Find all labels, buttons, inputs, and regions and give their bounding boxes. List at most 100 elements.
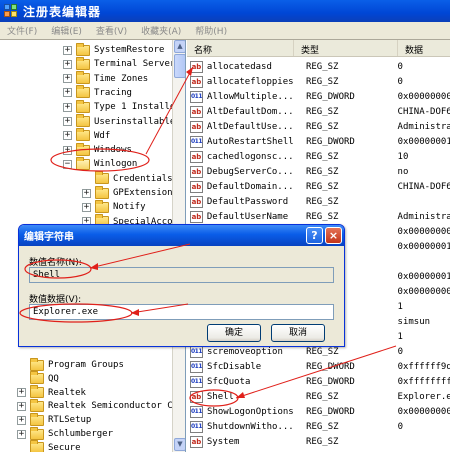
list-row[interactable]: 011 AutoRestartShell REG_DWORD 0x00000001: [187, 134, 450, 150]
list-row[interactable]: 011 ShutdownWitho... REG_SZ 0: [187, 419, 450, 435]
folder-icon: [30, 398, 44, 412]
expand-icon[interactable]: +: [63, 117, 72, 126]
expand-icon[interactable]: +: [17, 415, 26, 425]
menu-view[interactable]: 查看(V): [89, 24, 134, 37]
value-type-cell: REG_DWORD: [306, 362, 355, 372]
list-row[interactable]: abShell REG_SZ Explorer.exe: [187, 389, 450, 405]
value-name-cell: AllowMultiple...: [207, 92, 294, 102]
value-type-cell: REG_SZ: [306, 347, 339, 357]
tree-item-label: Time Zones: [94, 73, 149, 84]
column-header-type[interactable]: 类型: [294, 40, 398, 56]
list-row[interactable]: 011 ShowLogonOptions REG_DWORD 0x00000000: [187, 404, 450, 420]
value-data-input[interactable]: Explorer.exe: [29, 304, 334, 320]
expand-icon[interactable]: +: [82, 202, 91, 212]
expand-icon[interactable]: +: [17, 401, 26, 411]
list-row[interactable]: ab allocatedasd REG_SZ 0: [187, 59, 450, 75]
value-name-cell: AutoRestartShell: [207, 137, 294, 147]
tree-item-label: Terminal Server: [94, 59, 176, 70]
list-row[interactable]: ab DebugServerCo... REG_SZ no: [187, 164, 450, 180]
expand-icon[interactable]: +: [63, 59, 72, 69]
folder-icon: [76, 85, 90, 99]
menu-file[interactable]: 文件(F): [0, 24, 44, 37]
value-name-cell: DefaultPassword: [206, 197, 289, 207]
tree-item[interactable]: Secure: [17, 440, 81, 452]
value-type-cell: REG_SZ: [305, 77, 339, 87]
value-data-cell: CHINA-DOF60: [397, 107, 450, 117]
value-data-cell: 0x00000001: [397, 272, 450, 282]
dialog-title: 编辑字符串: [24, 232, 74, 243]
list-row[interactable]: abAltDefaultDom... REG_SZ CHINA-DOF60: [187, 104, 450, 120]
column-header-name[interactable]: 名称: [187, 40, 294, 56]
menu-help[interactable]: 帮助(H): [188, 24, 234, 37]
value-data-cell: simsun: [397, 317, 431, 327]
list-row[interactable]: ab cachedlogonsc... REG_SZ 10: [187, 149, 450, 165]
list-row[interactable]: 011 SfcQuota REG_DWORD 0xffffffff: [187, 374, 450, 390]
menu-favorites[interactable]: 收藏夹(A): [134, 24, 188, 37]
cancel-button[interactable]: 取消: [271, 324, 325, 342]
value-data-cell: 1: [397, 302, 403, 312]
value-data-cell: 1: [397, 332, 403, 342]
value-name-cell: System: [206, 437, 240, 447]
folder-icon: [76, 156, 90, 170]
binary-value-icon: 011: [190, 346, 204, 358]
scroll-thumb[interactable]: [174, 54, 185, 78]
menu-bar: 文件(F) 编辑(E) 查看(V) 收藏夹(A) 帮助(H): [0, 22, 450, 40]
list-row[interactable]: abDefaultDomain... REG_SZ CHINA-DOF60: [187, 179, 450, 195]
value-type-cell: REG_SZ: [305, 152, 339, 162]
value-name-cell: DefaultDomain...: [206, 182, 294, 192]
collapse-icon[interactable]: −: [63, 159, 72, 169]
ok-button[interactable]: 确定: [207, 324, 261, 342]
value-type-cell: REG_DWORD: [306, 92, 355, 102]
folder-icon: [30, 426, 44, 440]
value-data-cell: CHINA-DOF60: [397, 182, 450, 192]
value-data-cell: 0x00000000: [397, 407, 450, 417]
list-row[interactable]: 011 AllowMultiple... REG_DWORD 0x00000000: [187, 89, 450, 105]
value-data-cell: 0x00000001: [397, 242, 450, 252]
expand-icon[interactable]: +: [63, 131, 72, 141]
value-type-cell: REG_SZ: [305, 212, 339, 222]
expand-icon[interactable]: +: [17, 388, 26, 398]
tree-item-label: QQ: [48, 373, 59, 384]
string-value-icon: ab: [190, 76, 203, 88]
list-row[interactable]: ab allocatefloppies REG_SZ 0: [187, 74, 450, 90]
value-name-cell: DefaultUserName: [206, 212, 289, 222]
menu-edit[interactable]: 编辑(E): [44, 24, 89, 37]
folder-icon: [30, 371, 44, 385]
expand-icon[interactable]: +: [63, 88, 72, 98]
folder-icon: [95, 185, 109, 199]
expand-icon[interactable]: +: [63, 74, 72, 84]
binary-value-icon: 011: [190, 361, 204, 373]
string-value-icon: ab: [190, 436, 203, 448]
list-row[interactable]: abAltDefaultUse... REG_SZ Administrat: [187, 119, 450, 135]
help-icon[interactable]: ?: [306, 227, 323, 244]
close-icon[interactable]: ×: [325, 227, 342, 244]
value-name-cell: scremoveoption: [207, 347, 283, 357]
binary-value-icon: 011: [190, 421, 204, 433]
value-type-cell: REG_DWORD: [306, 407, 355, 417]
value-name-cell: ShowLogonOptions: [207, 407, 294, 417]
scroll-up-icon[interactable]: ▲: [174, 40, 185, 53]
list-row[interactable]: ab DefaultPassword REG_SZ: [187, 194, 450, 210]
string-value-icon: ab: [190, 61, 203, 73]
scroll-down-icon[interactable]: ▼: [174, 438, 185, 451]
expand-icon[interactable]: +: [63, 45, 72, 55]
tree-item-label: Credentials: [113, 173, 173, 184]
expand-icon[interactable]: +: [17, 429, 26, 439]
list-row[interactable]: abDefaultUserName REG_SZ Administrat: [187, 209, 450, 225]
value-type-cell: REG_SZ: [305, 62, 339, 72]
expand-icon[interactable]: +: [82, 188, 91, 198]
folder-icon: [76, 99, 90, 113]
list-row[interactable]: ab System REG_SZ: [187, 434, 450, 450]
expand-icon[interactable]: +: [63, 145, 72, 155]
binary-value-icon: 011: [190, 91, 204, 103]
value-type-cell: REG_SZ: [306, 422, 339, 432]
expand-icon[interactable]: +: [63, 102, 72, 112]
tree-item-label: Realtek Semiconductor Co: [48, 401, 179, 412]
string-value-icon: ab: [190, 106, 203, 118]
folder-icon: [30, 412, 44, 426]
window-title: 注册表编辑器: [23, 4, 102, 19]
list-row[interactable]: 011 SfcDisable REG_DWORD 0xffffff9d: [187, 359, 450, 375]
tree-item-label: GPExtensions: [113, 188, 179, 198]
column-header-data[interactable]: 数据: [398, 40, 450, 56]
string-value-icon: ab: [190, 181, 203, 193]
